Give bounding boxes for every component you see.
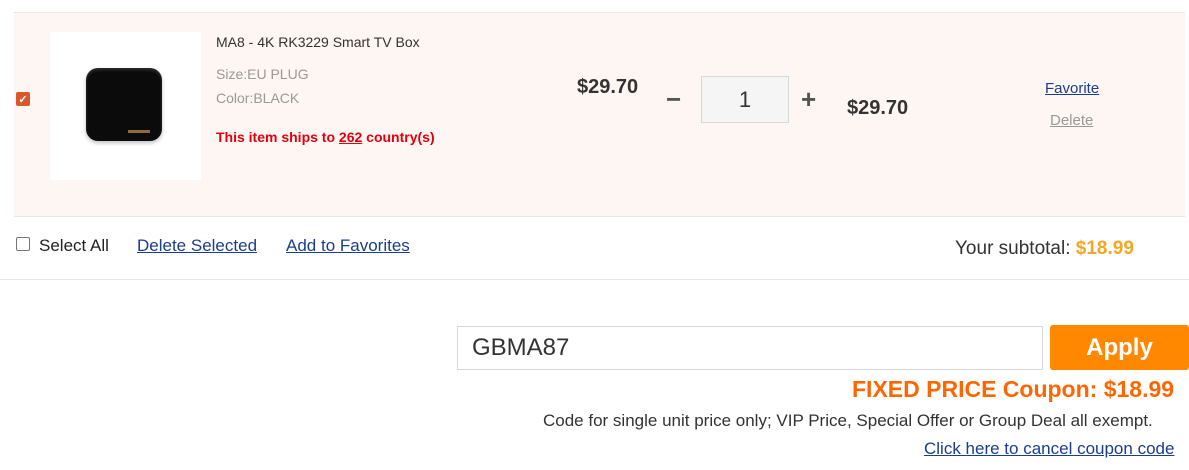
product-color: Color:BLACK xyxy=(216,90,300,106)
section-divider xyxy=(0,279,1189,280)
select-all-checkbox[interactable] xyxy=(16,237,30,251)
delete-item-link[interactable]: Delete xyxy=(1050,112,1093,129)
subtotal: Your subtotal: $18.99 xyxy=(955,238,1134,260)
favorite-link[interactable]: Favorite xyxy=(1045,80,1099,97)
subtotal-value: $18.99 xyxy=(1075,238,1134,259)
shipping-info: This item ships to 262 country(s) xyxy=(216,129,435,145)
unit-price: $29.70 xyxy=(577,76,639,98)
product-size: Size:EU PLUG xyxy=(216,66,309,82)
tv-box-logo xyxy=(128,130,150,133)
subtotal-label: Your subtotal: xyxy=(955,238,1076,259)
shipping-info-prefix: This item ships to xyxy=(216,129,339,145)
quantity-increase-button[interactable]: + xyxy=(801,86,816,112)
product-title[interactable]: MA8 - 4K RK3229 Smart TV Box xyxy=(216,34,420,50)
add-to-favorites-link[interactable]: Add to Favorites xyxy=(286,236,410,256)
delete-selected-link[interactable]: Delete Selected xyxy=(137,236,257,256)
coupon-applied-message: FIXED PRICE Coupon: $18.99 xyxy=(852,376,1175,402)
cancel-coupon-link[interactable]: Click here to cancel coupon code xyxy=(924,439,1174,459)
quantity-decrease-button[interactable]: − xyxy=(666,86,681,112)
item-select-checkbox[interactable]: ✓ xyxy=(16,92,30,106)
select-all-label[interactable]: Select All xyxy=(39,236,109,256)
row-total-price: $29.70 xyxy=(847,97,909,119)
coupon-code-input[interactable] xyxy=(457,326,1043,370)
shipping-country-count-link[interactable]: 262 xyxy=(339,129,362,145)
apply-coupon-button[interactable]: Apply xyxy=(1050,325,1189,370)
tv-box-product-image xyxy=(86,68,162,141)
quantity-input[interactable] xyxy=(701,76,789,123)
coupon-terms-note: Code for single unit price only; VIP Pri… xyxy=(543,411,1153,430)
shipping-info-suffix: country(s) xyxy=(362,129,435,145)
